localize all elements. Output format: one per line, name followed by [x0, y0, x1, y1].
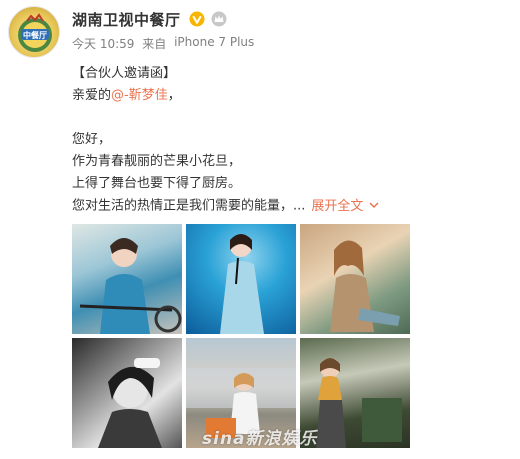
photo-2-figure [220, 234, 264, 334]
post-line-4: 作为青春靓丽的芒果小花旦， [72, 154, 242, 169]
name-row: 湖南卫视中餐厅 [72, 8, 512, 30]
photo-4[interactable] [72, 338, 182, 448]
post-source[interactable]: iPhone 7 Plus [174, 35, 254, 51]
post-source-prefix: 来自 [142, 37, 167, 51]
avatar-text: 中餐厅 [23, 30, 47, 40]
post-line-3: 您好， [72, 132, 112, 147]
photo-3-figure [330, 240, 400, 332]
post-line-1: 【合伙人邀请函】 [72, 66, 177, 81]
post-line-2: 亲爱的@-靳梦佳， [72, 85, 502, 107]
post-line-5: 上得了舞台也要下得了厨房。 [72, 176, 242, 191]
photo-2[interactable] [186, 224, 296, 334]
photo-4-figure [98, 358, 162, 448]
account-avatar[interactable]: 中餐厅 [8, 6, 60, 58]
user-mention-link[interactable]: @-靳梦佳 [111, 88, 168, 103]
photo-1-figure [79, 238, 182, 334]
photo-1[interactable] [72, 224, 182, 334]
expand-full-text-link[interactable]: 展开全文 [311, 199, 363, 214]
chevron-down-icon[interactable] [369, 195, 379, 217]
sina-watermark: sina新浪娱乐 [202, 429, 318, 449]
post-meta: 今天 10:59 来自 iPhone 7 Plus [72, 35, 512, 51]
weibo-post-card: 中餐厅 湖南卫视中餐厅 今天 10:59 来自 iPhone 7 Plus 【合… [0, 0, 520, 459]
verified-v-icon[interactable] [189, 11, 205, 27]
photo-3[interactable] [300, 224, 410, 334]
post-header: 湖南卫视中餐厅 今天 10:59 来自 iPhone 7 Plus [72, 8, 512, 52]
avatar-logo-icon: 中餐厅 [18, 13, 52, 52]
post-time[interactable]: 今天 10:59 [72, 35, 134, 51]
post-line-6-text: 您对生活的热情正是我们需要的能量，... [72, 198, 306, 214]
greeting-prefix: 亲爱的 [72, 88, 112, 103]
greeting-suffix: ， [167, 88, 181, 103]
image-grid: sina新浪娱乐 [72, 224, 410, 449]
post-text: 【合伙人邀请函】 亲爱的@-靳梦佳， 您好， 作为青春靓丽的芒果小花旦， 上得了… [72, 63, 502, 217]
post-line-6: 您对生活的热情正是我们需要的能量，... 展开全文 [72, 195, 502, 217]
account-name[interactable]: 湖南卫视中餐厅 [72, 9, 181, 30]
crown-member-icon[interactable] [211, 11, 227, 27]
